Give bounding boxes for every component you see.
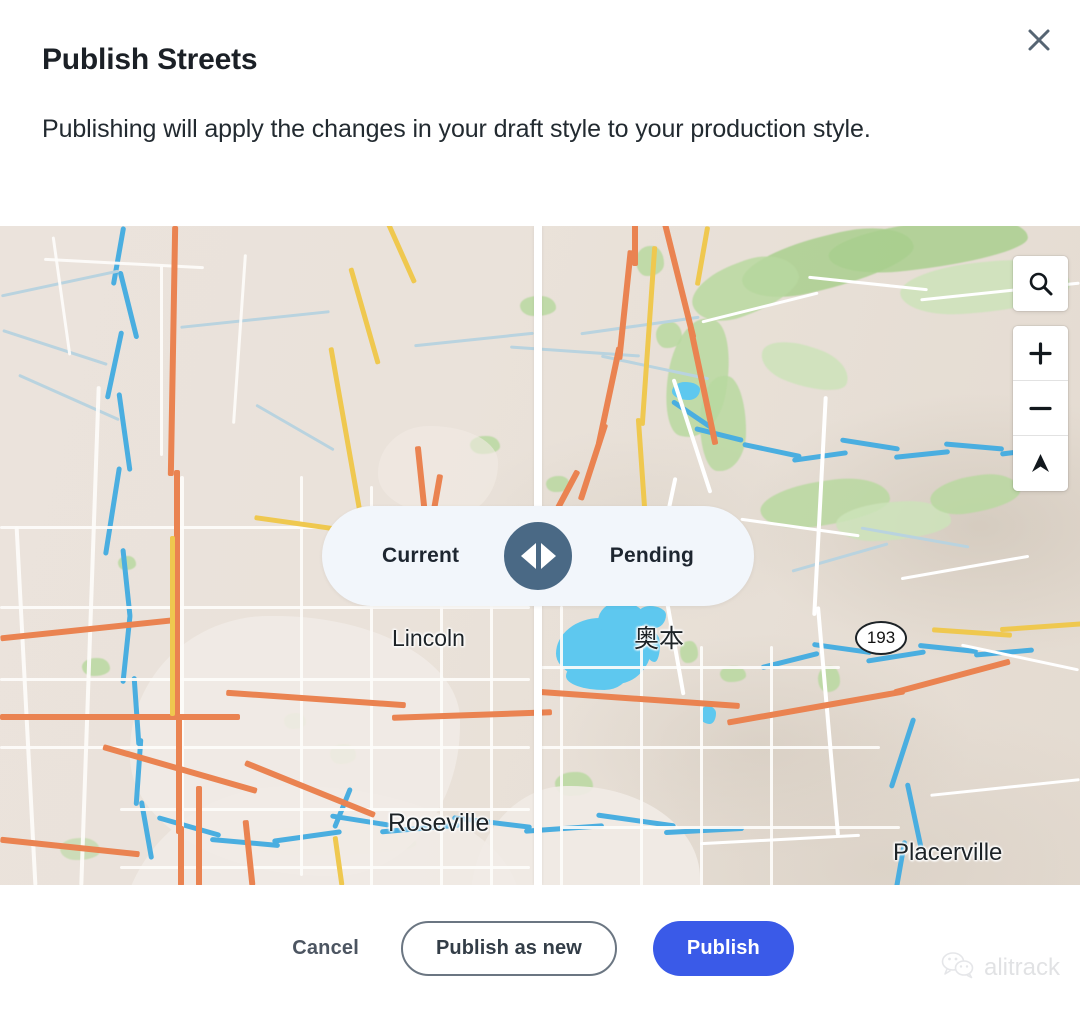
publish-streets-dialog: Publish Streets Publishing will apply th…	[0, 0, 1080, 1026]
map-label-lincoln: Lincoln	[392, 625, 465, 651]
compass-icon	[1028, 451, 1053, 476]
publish-as-new-button[interactable]: Publish as new	[400, 921, 617, 976]
map-search-button[interactable]	[1013, 256, 1068, 311]
search-icon	[1027, 270, 1054, 297]
swipe-label-current: Current	[382, 544, 460, 567]
map-zoom-group	[1013, 326, 1068, 491]
map-zoom-out-button[interactable]	[1013, 381, 1068, 436]
map-search-group	[1013, 256, 1068, 311]
swipe-handle[interactable]	[500, 518, 576, 594]
wechat-icon	[941, 951, 975, 984]
comparison-swipe-control[interactable]: Current Pending	[322, 506, 754, 606]
dialog-header: Publish Streets Publishing will apply th…	[0, 0, 1080, 226]
dialog-footer: Cancel Publish as new Publish alitrack	[0, 885, 1080, 1026]
map-label-roseville: Roseville	[388, 809, 490, 837]
shield-state-193: 193	[855, 621, 907, 655]
close-icon	[1026, 27, 1052, 53]
arrow-left-icon	[520, 543, 536, 569]
map-label-placerville: Placerville	[893, 839, 1003, 866]
close-button[interactable]	[1018, 19, 1060, 61]
swipe-label-pending: Pending	[609, 544, 694, 567]
publish-button[interactable]: Publish	[652, 921, 794, 976]
map-compass-button[interactable]	[1013, 436, 1068, 491]
dialog-description: Publishing will apply the changes in you…	[42, 115, 871, 143]
watermark-text: alitrack	[983, 953, 1060, 981]
map-zoom-in-button[interactable]	[1013, 326, 1068, 381]
watermark: alitrack	[941, 951, 1060, 984]
page-title: Publish Streets	[42, 43, 258, 76]
plus-icon	[1028, 341, 1053, 366]
map-comparison-viewport[interactable]: Lincoln 奥本 Roseville Placerville Sacrame…	[0, 226, 1080, 885]
map-controls	[1013, 256, 1068, 491]
minus-icon	[1028, 396, 1053, 421]
arrow-right-icon	[540, 543, 556, 569]
cancel-button[interactable]: Cancel	[286, 925, 365, 972]
map-label-auburn: 奥本	[634, 625, 685, 653]
